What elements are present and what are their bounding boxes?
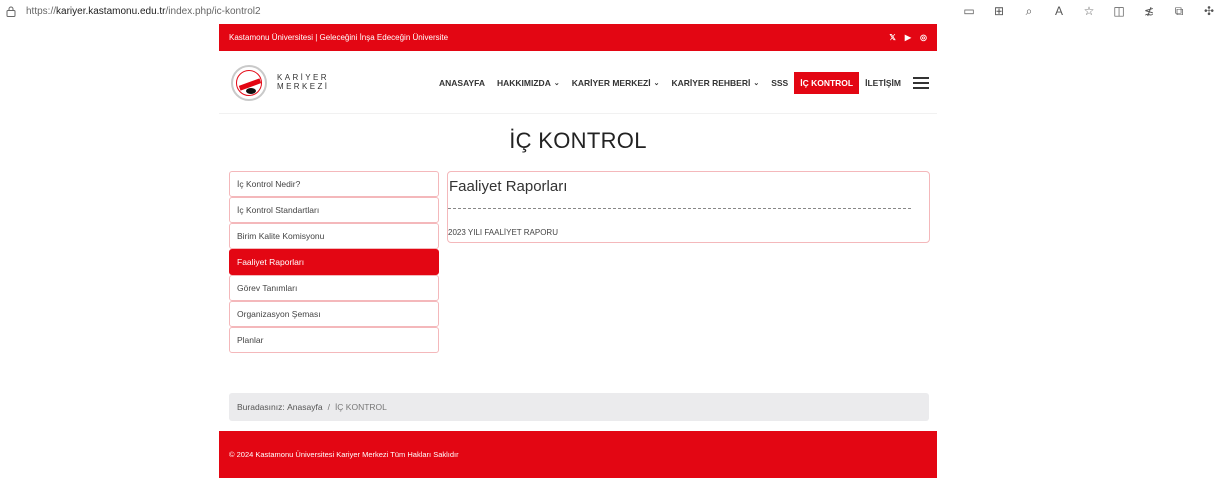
- hamburger-menu-icon[interactable]: [913, 76, 929, 89]
- menu-label: KARİYER REHBERİ: [671, 77, 751, 88]
- menu-item-ic-kontrol[interactable]: İÇ KONTROL: [794, 71, 860, 94]
- sidebar-item-ic-kontrol-standartlari[interactable]: İç Kontrol Standartları: [229, 197, 439, 223]
- read-aloud-icon[interactable]: A: [1052, 4, 1066, 19]
- menu-label: İÇ KONTROL: [800, 77, 854, 88]
- favorite-star-icon[interactable]: ☆: [1082, 4, 1096, 19]
- sidebar-menu: İç Kontrol Nedir? İç Kontrol Standartlar…: [229, 171, 439, 353]
- university-slogan: Kastamonu Üniversitesi | Geleceğini İnşa…: [229, 33, 449, 42]
- sidebar-item-organizasyon-semasi[interactable]: Organizasyon Şeması: [229, 301, 439, 327]
- chevron-down-icon: ⌄: [553, 79, 560, 87]
- page-title: İÇ KONTROL: [509, 128, 647, 153]
- browser-toolbar: ▭ ⊞ ⌕ A ☆ ◫ ≴ ⧉ ✣: [962, 4, 1216, 19]
- url-prefix: https://: [26, 5, 57, 17]
- extensions-icon[interactable]: ✣: [1202, 4, 1216, 19]
- main-content: İç Kontrol Nedir? İç Kontrol Standartlar…: [219, 162, 937, 402]
- copyright-text: © 2024 Kastamonu Üniversitesi Kariyer Me…: [229, 450, 459, 459]
- menu-label: KARİYER MERKEZİ: [571, 77, 651, 88]
- breadcrumb-home-link[interactable]: Anasayfa: [287, 402, 322, 412]
- url-host: kariyer.kastamonu.edu.tr: [56, 5, 166, 17]
- footer: © 2024 Kastamonu Üniversitesi Kariyer Me…: [219, 431, 937, 478]
- apps-icon[interactable]: ⊞: [992, 4, 1006, 19]
- youtube-icon[interactable]: ▶: [905, 33, 911, 42]
- sidebar-item-birim-kalite-komisyonu[interactable]: Birim Kalite Komisyonu: [229, 223, 439, 249]
- menu-item-sss[interactable]: SSS: [765, 72, 794, 94]
- zoom-icon[interactable]: ⌕: [1022, 4, 1036, 19]
- chevron-down-icon: ⌄: [653, 79, 660, 87]
- breadcrumb: Buradasınız: Anasayfa / İÇ KONTROL: [229, 393, 929, 421]
- menu-item-anasayfa[interactable]: ANASAYFA: [433, 72, 491, 94]
- social-links: 𝕏 ▶ ◎: [889, 33, 927, 42]
- divider: [448, 208, 911, 209]
- main-navbar: KARİYER MERKEZİ ANASAYFA HAKKIMIZDA ⌄ KAR…: [219, 51, 937, 114]
- logo-line-2: MERKEZİ: [277, 82, 330, 91]
- breadcrumb-prefix: Buradasınız:: [237, 402, 285, 412]
- sidebar-item-ic-kontrol-nedir[interactable]: İç Kontrol Nedir?: [229, 171, 439, 197]
- menu-label: İLETİŞİM: [865, 77, 901, 88]
- browser-address-bar: https://kariyer.kastamonu.edu.tr/index.p…: [0, 0, 1224, 22]
- sidebar-item-gorev-tanimlari[interactable]: Görev Tanımları: [229, 275, 439, 301]
- report-link-2023[interactable]: 2023 YILI FAALİYET RAPORU: [448, 228, 929, 237]
- chevron-down-icon: ⌄: [753, 79, 760, 87]
- collections-icon[interactable]: ⧉: [1172, 4, 1186, 19]
- url-field[interactable]: https://kariyer.kastamonu.edu.tr/index.p…: [26, 6, 261, 17]
- url-path: /index.php/ic-kontrol2: [165, 5, 261, 17]
- main-menu: ANASAYFA HAKKIMIZDA ⌄ KARİYER MERKEZİ ⌄ KA…: [433, 51, 929, 114]
- split-screen-icon[interactable]: ◫: [1112, 4, 1126, 19]
- breadcrumb-separator: /: [327, 402, 330, 412]
- menu-item-kariyer-merkezi[interactable]: KARİYER MERKEZİ ⌄: [566, 72, 666, 94]
- breadcrumb-current: İÇ KONTROL: [334, 402, 387, 412]
- instagram-icon[interactable]: ◎: [920, 33, 927, 42]
- menu-item-iletisim[interactable]: İLETİŞİM: [859, 72, 907, 94]
- website: Kastamonu Üniversitesi | Geleceğini İnşa…: [219, 24, 937, 402]
- favorites-icon[interactable]: ≴: [1142, 4, 1156, 19]
- university-logo[interactable]: [231, 65, 267, 101]
- menu-item-hakkimizda[interactable]: HAKKIMIZDA ⌄: [491, 72, 566, 94]
- logo-text[interactable]: KARİYER MERKEZİ: [277, 73, 329, 91]
- sidebar-item-planlar[interactable]: Planlar: [229, 327, 439, 353]
- panel-title: Faaliyet Raporları: [449, 178, 568, 195]
- menu-label: HAKKIMIZDA: [497, 77, 551, 88]
- twitter-icon[interactable]: 𝕏: [889, 33, 895, 42]
- lock-icon[interactable]: [6, 6, 16, 17]
- menu-label: ANASAYFA: [439, 77, 485, 88]
- top-bar: Kastamonu Üniversitesi | Geleceğini İnşa…: [219, 24, 937, 51]
- sidebar-item-faaliyet-raporlari[interactable]: Faaliyet Raporları: [229, 249, 439, 275]
- reader-view-icon[interactable]: ▭: [962, 4, 976, 19]
- menu-item-kariyer-rehberi[interactable]: KARİYER REHBERİ ⌄: [665, 72, 765, 94]
- content-panel: Faaliyet Raporları 2023 YILI FAALİYET RA…: [447, 171, 930, 243]
- menu-label: SSS: [771, 77, 789, 88]
- logo-line-1: KARİYER: [277, 73, 329, 82]
